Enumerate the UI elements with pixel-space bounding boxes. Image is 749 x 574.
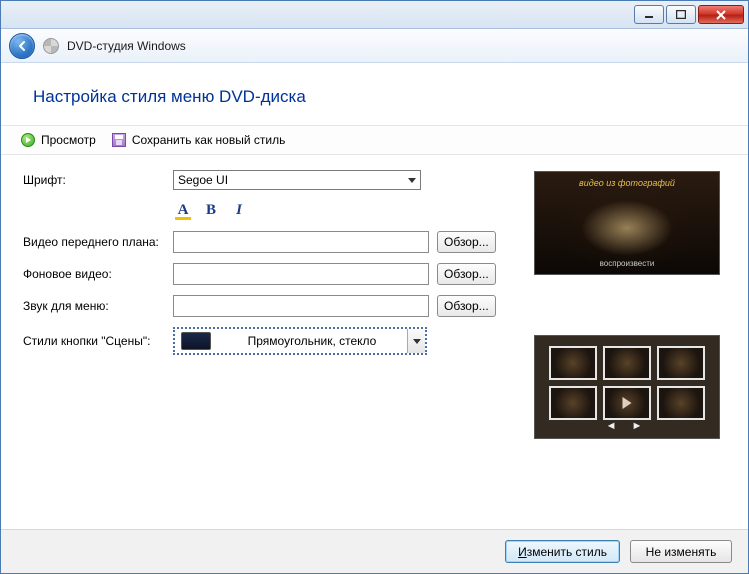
apply-hotkey: И xyxy=(518,545,527,559)
preview-title: видео из фотографий xyxy=(535,178,719,188)
preview-button[interactable]: Просмотр xyxy=(21,133,96,147)
menu-audio-browse-button[interactable]: Обзор... xyxy=(437,295,496,317)
fg-video-browse-button[interactable]: Обзор... xyxy=(437,231,496,253)
scene-thumb xyxy=(549,346,597,380)
preview-label: Просмотр xyxy=(41,133,96,147)
back-button[interactable] xyxy=(9,33,35,59)
titlebar xyxy=(1,1,748,29)
close-button[interactable] xyxy=(698,5,744,24)
minimize-button[interactable] xyxy=(634,5,664,24)
menu-preview-main: видео из фотографий воспроизвести xyxy=(534,171,720,275)
scene-thumb xyxy=(603,386,651,420)
preview-subtitle: воспроизвести xyxy=(535,259,719,268)
font-label: Шрифт: xyxy=(23,173,173,187)
font-value: Segoe UI xyxy=(178,173,228,187)
bg-video-label: Фоновое видео: xyxy=(23,267,173,281)
footer: Изменить стиль Не изменять xyxy=(1,529,748,573)
chevron-down-icon xyxy=(408,178,416,183)
save-icon xyxy=(112,133,126,147)
font-color-button[interactable]: A xyxy=(173,201,193,219)
page-head: Настройка стиля меню DVD-диска xyxy=(1,63,748,125)
page-title: Настройка стиля меню DVD-диска xyxy=(33,87,716,107)
fg-video-label: Видео переднего плана: xyxy=(23,235,173,249)
menu-preview-scenes: ◄ ► xyxy=(534,335,720,439)
browse-label: Обзор... xyxy=(444,267,489,281)
app-title: DVD-студия Windows xyxy=(67,39,186,53)
scene-style-select[interactable]: Прямоугольник, стекло xyxy=(173,327,427,355)
main: Шрифт: Segoe UI A B I Видео переднего пл… xyxy=(1,155,748,529)
scene-style-label: Стили кнопки "Сцены": xyxy=(23,334,173,348)
cancel-button[interactable]: Не изменять xyxy=(630,540,732,563)
fg-video-input[interactable] xyxy=(173,231,429,253)
form-column: Шрифт: Segoe UI A B I Видео переднего пл… xyxy=(23,169,518,529)
cancel-label: Не изменять xyxy=(646,545,717,559)
preview-column: видео из фотографий воспроизвести ◄ ► xyxy=(534,169,726,529)
play-icon xyxy=(21,133,35,147)
scene-style-swatch xyxy=(181,332,211,350)
browse-label: Обзор... xyxy=(444,299,489,313)
scene-style-dropdown[interactable] xyxy=(407,329,425,353)
scene-thumb xyxy=(657,386,705,420)
font-bold-button[interactable]: B xyxy=(201,201,221,219)
bg-video-browse-button[interactable]: Обзор... xyxy=(437,263,496,285)
scene-thumb xyxy=(549,386,597,420)
header: DVD-студия Windows xyxy=(1,29,748,63)
chevron-down-icon xyxy=(413,339,421,344)
apply-rest: зменить стиль xyxy=(527,545,607,559)
font-select[interactable]: Segoe UI xyxy=(173,170,421,190)
window: DVD-студия Windows Настройка стиля меню … xyxy=(0,0,749,574)
save-style-button[interactable]: Сохранить как новый стиль xyxy=(112,133,286,147)
scene-nav-arrows: ◄ ► xyxy=(535,420,719,432)
app-icon xyxy=(43,38,59,54)
scene-thumb xyxy=(657,346,705,380)
menu-audio-label: Звук для меню: xyxy=(23,299,173,313)
font-style-row: A B I xyxy=(173,201,518,219)
save-style-label: Сохранить как новый стиль xyxy=(132,133,286,147)
apply-button[interactable]: Изменить стиль xyxy=(505,540,620,563)
browse-label: Обзор... xyxy=(444,235,489,249)
menu-audio-input[interactable] xyxy=(173,295,429,317)
bg-video-input[interactable] xyxy=(173,263,429,285)
toolbar: Просмотр Сохранить как новый стиль xyxy=(1,125,748,155)
maximize-button[interactable] xyxy=(666,5,696,24)
font-italic-button[interactable]: I xyxy=(229,201,249,219)
scene-thumb xyxy=(603,346,651,380)
scene-style-value: Прямоугольник, стекло xyxy=(217,334,407,348)
